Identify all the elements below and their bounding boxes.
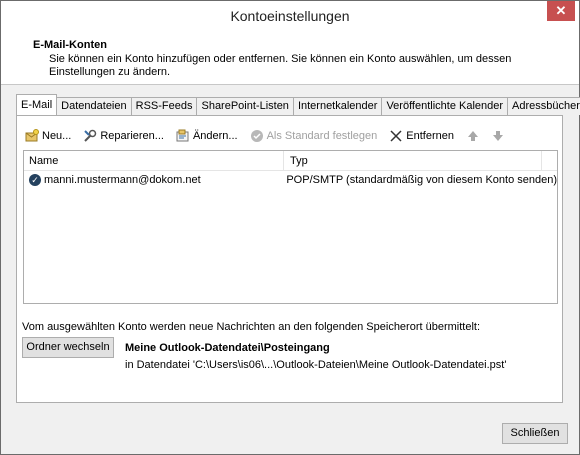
change-account-button[interactable]: Ändern... bbox=[176, 129, 238, 143]
remove-x-icon bbox=[389, 129, 403, 143]
arrow-up-icon bbox=[466, 129, 480, 143]
set-default-label: Als Standard festlegen bbox=[266, 130, 378, 142]
tab-published-calendars[interactable]: Veröffentlichte Kalender bbox=[381, 97, 509, 115]
email-tab-panel: Neu... Reparieren... Ändern... Als Stand… bbox=[16, 115, 563, 403]
wrench-icon bbox=[83, 129, 97, 143]
default-account-icon: ✓ bbox=[29, 173, 41, 186]
window-close-button[interactable]: ✕ bbox=[547, 1, 575, 21]
tab-strip: E-Mail Datendateien RSS-Feeds SharePoint… bbox=[16, 94, 580, 115]
list-header: Name Typ bbox=[24, 151, 557, 171]
new-account-icon bbox=[25, 129, 39, 143]
tab-data-files[interactable]: Datendateien bbox=[56, 97, 132, 115]
move-up-button[interactable] bbox=[466, 129, 483, 143]
change-account-icon bbox=[176, 129, 190, 143]
default-check-icon bbox=[250, 129, 264, 143]
arrow-down-icon bbox=[491, 129, 505, 143]
account-type: POP/SMTP (standardmäßig von diesem Konto… bbox=[286, 173, 557, 186]
tab-address-books[interactable]: Adressbücher bbox=[507, 97, 580, 115]
move-down-button[interactable] bbox=[491, 129, 508, 143]
delivery-data-file-path: in Datendatei 'C:\Users\is06\...\Outlook… bbox=[125, 359, 507, 371]
header-title: E-Mail-Konten bbox=[33, 39, 107, 51]
account-name: manni.mustermann@dokom.net bbox=[44, 173, 201, 186]
account-settings-dialog: Kontoeinstellungen ✕ E-Mail-Konten Sie k… bbox=[0, 0, 580, 455]
change-account-label: Ändern... bbox=[192, 130, 238, 142]
account-toolbar: Neu... Reparieren... Ändern... Als Stand… bbox=[25, 127, 520, 145]
window-title: Kontoeinstellungen bbox=[230, 8, 350, 24]
column-header-type[interactable]: Typ bbox=[284, 151, 542, 170]
delivery-folder-name: Meine Outlook-Datendatei\Posteingang bbox=[125, 342, 330, 354]
remove-button[interactable]: Entfernen bbox=[389, 129, 454, 143]
tab-internet-calendars[interactable]: Internetkalender bbox=[292, 97, 383, 115]
repair-label: Reparieren... bbox=[100, 130, 164, 142]
tab-rss-feeds[interactable]: RSS-Feeds bbox=[130, 97, 198, 115]
account-row[interactable]: ✓ manni.mustermann@dokom.net POP/SMTP (s… bbox=[24, 171, 557, 188]
header-description: Sie können ein Konto hinzufügen oder ent… bbox=[49, 53, 512, 78]
account-list: Name Typ ✓ manni.mustermann@dokom.net PO… bbox=[23, 150, 558, 304]
close-dialog-button[interactable]: Schließen bbox=[502, 423, 568, 444]
set-default-button[interactable]: Als Standard festlegen bbox=[250, 129, 378, 143]
change-folder-button[interactable]: Ordner wechseln bbox=[22, 337, 114, 358]
column-header-name[interactable]: Name bbox=[24, 151, 284, 170]
new-account-button[interactable]: Neu... bbox=[25, 129, 71, 143]
delivery-location-info: Vom ausgewählten Konto werden neue Nachr… bbox=[22, 321, 481, 333]
title-bar: Kontoeinstellungen ✕ bbox=[1, 1, 579, 31]
tab-sharepoint-lists[interactable]: SharePoint-Listen bbox=[196, 97, 294, 115]
dialog-header: E-Mail-Konten Sie können ein Konto hinzu… bbox=[1, 31, 579, 85]
new-account-label: Neu... bbox=[42, 130, 72, 142]
repair-button[interactable]: Reparieren... bbox=[83, 129, 164, 143]
tab-email[interactable]: E-Mail bbox=[16, 94, 58, 115]
account-name-cell: ✓ manni.mustermann@dokom.net bbox=[24, 173, 280, 186]
remove-label: Entfernen bbox=[406, 130, 454, 142]
